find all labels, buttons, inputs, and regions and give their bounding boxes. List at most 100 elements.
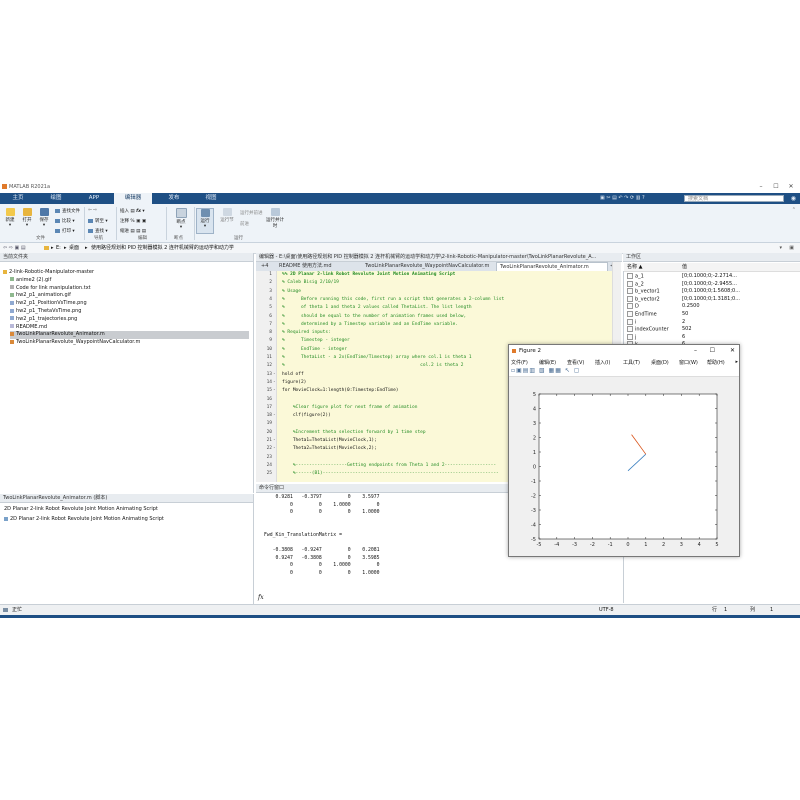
indent-button[interactable]: 缩进 ▤ ▤ ▤ — [120, 228, 146, 234]
code-line[interactable]: Theta2=ThetaList(MovieClock,2); — [282, 446, 377, 451]
compare-button[interactable]: 比较 ▾ — [55, 218, 75, 224]
code-line[interactable]: % of theta 1 and theta 2 values called T… — [282, 305, 472, 310]
maximize-icon[interactable]: ☐ — [769, 183, 783, 191]
file-item[interactable]: hw2_p1_PositionVsTime.png — [10, 300, 249, 308]
run-button[interactable]: 运行 ▾ — [196, 208, 214, 234]
new-button[interactable]: 新建 ▾ — [2, 208, 18, 228]
editor-tab-waypoint-calculator[interactable]: TwoLinkPlanarRevolute_WaypointNavCalcula… — [362, 262, 494, 271]
figure-menu-overflow-icon[interactable]: ▸ — [735, 359, 738, 365]
workspace-variable-row[interactable]: indexCounter 502 — [627, 326, 800, 333]
column-name-header[interactable]: 名称 ▲ — [627, 263, 642, 271]
tab-home[interactable]: 主页 — [4, 193, 32, 204]
figure-menu-item[interactable]: 帮助(H) — [707, 359, 725, 366]
goto-button[interactable]: 转至 ▾ — [88, 218, 108, 224]
figure-close-icon[interactable]: ✕ — [730, 347, 735, 354]
save-button[interactable]: 保存 ▾ — [36, 208, 52, 228]
code-line[interactable]: % EndTime - integer — [282, 347, 347, 352]
command-prompt[interactable]: fx — [258, 594, 264, 601]
figure-menu-item[interactable]: 查看(V) — [567, 359, 584, 366]
code-line[interactable]: % Required inputs: — [282, 330, 331, 335]
find-files-button[interactable]: 查找文件 — [55, 208, 80, 214]
file-item[interactable]: hw2_p1_animation.gif — [10, 292, 249, 300]
code-line[interactable]: % Timestep - integer — [282, 338, 350, 343]
code-line[interactable]: hold off — [282, 372, 304, 377]
figure-toolbar-icons[interactable]: ▫▣▤▥ ▧ ▦▦ ↖ ▢ — [511, 367, 580, 374]
file-item[interactable]: hw2_p1_ThetaVsTime.png — [10, 308, 249, 316]
editor-tab-overflow[interactable]: +4 — [258, 262, 271, 271]
path-segment-drive[interactable]: E: — [56, 243, 61, 253]
insert-button[interactable]: 插入 ▤ fx ▾ — [120, 208, 145, 214]
tab-plots[interactable]: 绘图 — [42, 193, 70, 204]
breakpoint-marker[interactable]: - — [273, 438, 276, 443]
code-line[interactable]: %Clear figure plot for next frame of ani… — [282, 405, 418, 410]
editor-tab-readme[interactable]: README 使用方法.md — [276, 262, 356, 271]
code-line[interactable]: %Increment theta selection forward by 1 … — [282, 430, 426, 435]
folder-item[interactable]: 2-link-Robotic-Manipulator-master — [3, 269, 249, 277]
code-line[interactable]: % determined by a Timestep variable and … — [282, 322, 458, 327]
breakpoint-marker[interactable]: - — [273, 413, 276, 418]
figure-minimize-icon[interactable]: – — [694, 347, 697, 354]
print-button[interactable]: 打印 ▾ — [55, 228, 75, 234]
file-item[interactable]: Code for link manipulation.txt — [10, 285, 249, 293]
path-segment-folder[interactable]: 使用路径规划和 PID 控制器模拟 2 连杆机械臂的运动学和动力学 — [91, 243, 234, 253]
figure-menu-item[interactable]: 编辑(E) — [539, 359, 556, 366]
workspace-variable-row[interactable]: a_2 [0;0.1000;0;-2.9455... — [627, 280, 800, 288]
run-and-advance-button[interactable]: 运行并前进 — [240, 210, 263, 216]
editor-tab-animator[interactable]: TwoLinkPlanarRevolute_Animator.m — [496, 262, 608, 271]
workspace-variable-row[interactable]: j6 — [627, 333, 800, 341]
tab-view[interactable]: 视图 — [196, 193, 226, 204]
workspace-variable-row[interactable]: i2 — [627, 318, 800, 326]
code-line[interactable]: clf(figure(2)) — [282, 413, 331, 418]
figure-menu-item[interactable]: 窗口(W) — [679, 359, 698, 366]
code-line[interactable]: % Before running this code, first run a … — [282, 297, 504, 302]
browse-icon[interactable]: ▣ — [789, 243, 794, 253]
code-line[interactable]: % ThetaList - a 2x(EndTime/Timestep) arr… — [282, 355, 472, 360]
code-line[interactable]: %-------------------Getting endpoints fr… — [282, 463, 496, 468]
breakpoint-marker[interactable]: - — [273, 372, 276, 377]
figure-menu-item[interactable]: 桌面(D) — [651, 359, 669, 366]
code-line[interactable]: Theta1=ThetaList(MovieClock,1); — [282, 438, 377, 443]
code-line[interactable]: %% 2D Planar 2-link Robot Revolute Joint… — [282, 272, 455, 277]
workspace-variable-row[interactable]: D 0.2500 — [627, 303, 800, 310]
collapse-ribbon-icon[interactable]: ⌃ — [792, 207, 796, 213]
code-line[interactable]: for MovieClock=1:length(0:Timestep:EndTi… — [282, 388, 399, 393]
breakpoint-marker[interactable]: - — [273, 446, 276, 451]
workspace-variable-row[interactable]: b_vector2 [0;0.1000;0;1.3181;0... — [627, 295, 800, 303]
tab-publish[interactable]: 发布 — [158, 193, 190, 204]
code-line[interactable]: % col.2 is theta 2 — [282, 363, 464, 368]
minimize-icon[interactable]: – — [754, 183, 768, 191]
workspace-variable-row[interactable]: EndTime 50 — [627, 311, 800, 318]
figure-menu-item[interactable]: 插入(I) — [595, 359, 610, 366]
workspace-variable-row[interactable]: b_vector1 [0;0.1000;0;1.5608;0... — [627, 288, 800, 295]
file-item[interactable]: TwoLinkPlanarRevolute_Animator.m — [10, 331, 249, 340]
file-item[interactable]: anime2 (2).gif — [10, 277, 249, 285]
breakpoint-marker[interactable]: - — [273, 380, 276, 385]
open-button[interactable]: 打开 ▾ — [19, 208, 35, 228]
column-value-header[interactable]: 值 — [682, 263, 687, 271]
breakpoints-button[interactable]: 断点 ▾ — [170, 208, 192, 230]
address-dropdown-icon[interactable]: ▾ — [779, 243, 782, 253]
workspace-variable-row[interactable]: a_1 [0;0.1000;0;-2.2714... — [627, 273, 800, 280]
run-and-time-button[interactable]: 运行并计时 — [264, 208, 286, 229]
find-button[interactable]: 查找 ▾ — [88, 228, 108, 234]
code-line[interactable]: %------(B1)-----------------------------… — [282, 471, 499, 476]
tab-editor[interactable]: 编辑器 — [114, 193, 152, 204]
file-item[interactable]: README.md — [10, 324, 249, 332]
code-line[interactable]: % Usage — [282, 289, 301, 294]
figure-menu-item[interactable]: 文件(F) — [511, 359, 528, 366]
file-item[interactable]: hw2_p1_trajectories.png — [10, 316, 249, 324]
search-input[interactable]: 搜索文档 — [684, 195, 784, 202]
figure-window[interactable]: Figure 2 – ☐ ✕ 文件(F) 编辑(E) 查看(V) 插入(I) 工具(T)… — [508, 344, 740, 557]
quick-access-icons[interactable]: ▣ ✂ ▤ ↶ ↷ ⟳ ▥ ? — [600, 195, 645, 201]
breakpoint-marker[interactable]: - — [273, 388, 276, 393]
comment-button[interactable]: 注释 % ▣ ▣ — [120, 218, 146, 224]
notification-icon[interactable]: ◉ — [791, 195, 796, 202]
run-section-button[interactable]: 运行节 — [216, 208, 238, 223]
code-line[interactable]: % should be equal to the number of anima… — [282, 314, 466, 319]
figure-menu-item[interactable]: 工具(T) — [623, 359, 640, 366]
close-icon[interactable]: ✕ — [784, 183, 798, 191]
advance-button[interactable]: 前进 — [240, 221, 249, 227]
path-segment-desktop[interactable]: 桌面 — [69, 243, 79, 253]
back-forward-buttons[interactable]: ⇦ ⇨ — [88, 208, 97, 213]
nav-buttons[interactable]: ⇦ ⇨ ▣ ▤ — [3, 243, 26, 253]
